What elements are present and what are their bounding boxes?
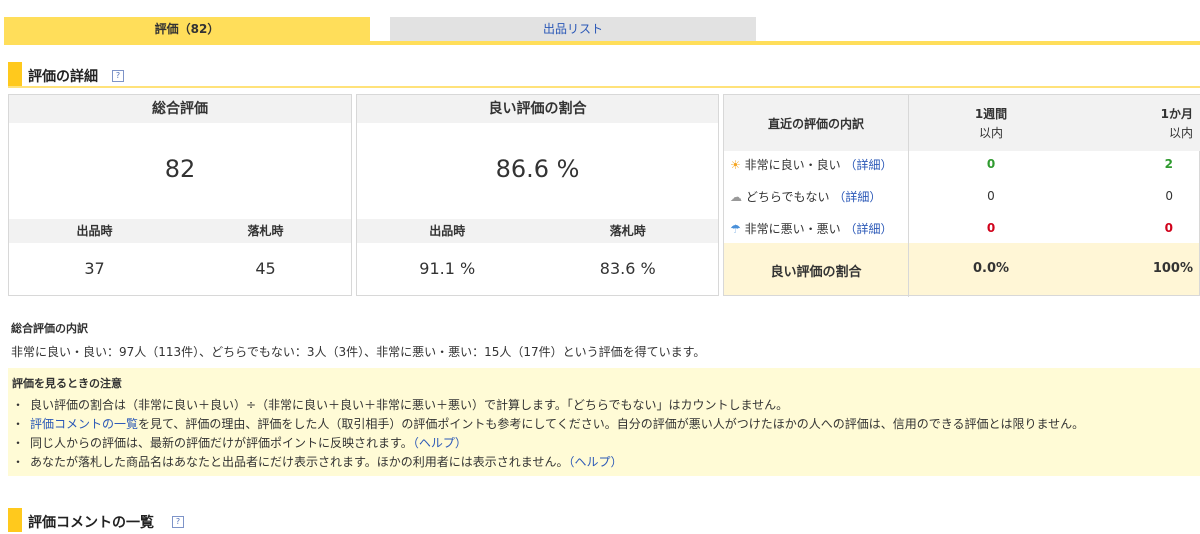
notes-list: ・良い評価の割合は（非常に良い＋良い）÷（非常に良い＋良い＋非常に悪い＋悪い）で… <box>12 396 1084 472</box>
value-buyer: 45 <box>255 259 276 278</box>
tab-underline <box>4 41 1200 45</box>
row-label: 非常に良い・良い <box>744 158 841 172</box>
sub-label-seller: 出品時 <box>429 224 466 238</box>
row-neutral: ☁ どちらでもない （詳細） <box>730 188 881 205</box>
help-link[interactable]: （ヘルプ） <box>413 436 467 450</box>
notes-box: 評価を見るときの注意 ・良い評価の割合は（非常に良い＋良い）÷（非常に良い＋良い… <box>8 368 1200 476</box>
note-item: ・良い評価の割合は（非常に良い＋良い）÷（非常に良い＋良い＋非常に悪い＋悪い）で… <box>12 398 789 412</box>
header-label: 直近の評価の内訳 <box>767 117 864 131</box>
header-label-cell: 直近の評価の内訳 <box>724 95 908 151</box>
summary-text: 非常に良い・良い：97人（113件）、どちらでもない：3人（3件）、非常に悪い・… <box>11 345 706 359</box>
sub-label-buyer: 落札時 <box>609 224 646 238</box>
help-icon[interactable]: ? <box>172 516 184 528</box>
help-icon[interactable]: ? <box>112 70 124 82</box>
tab-listings[interactable]: 出品リスト <box>390 17 756 41</box>
month-bad: 0 <box>1164 221 1173 235</box>
comment-list-link[interactable]: 評価コメントの一覧 <box>30 417 138 431</box>
section-header-detail: 評価の詳細 ? <box>8 62 1200 88</box>
week-good: 0 <box>986 157 996 171</box>
recent-breakdown-table: 直近の評価の内訳 1週間 以内 1か月 以内 ☀ 非常に良い・良い （詳細） 0… <box>723 94 1200 297</box>
good-ratio-value: 86.6 % <box>495 155 580 183</box>
sub-label-buyer: 落札時 <box>247 224 284 238</box>
panel-subheader: 出品時 落札時 <box>9 219 351 243</box>
detail-link-good[interactable]: （詳細） <box>844 158 892 172</box>
section-title: 評価コメントの一覧 <box>28 515 154 531</box>
value-buyer: 83.6 % <box>599 259 656 278</box>
footer-label: 良い評価の割合 <box>770 265 862 280</box>
header-month-line2: 以内 <box>1168 126 1193 140</box>
row-label: 非常に悪い・悪い <box>744 222 841 236</box>
week-neutral: 0 <box>987 189 995 203</box>
footer-month: 100% <box>1152 261 1193 276</box>
detail-link-bad[interactable]: （詳細） <box>844 222 892 236</box>
footer-week: 0.0% <box>972 261 1010 276</box>
section-header-comments: 評価コメントの一覧 ? <box>8 508 1200 534</box>
value-seller: 91.1 % <box>419 259 476 278</box>
header-month-cell: 1か月 以内 <box>1074 95 1200 151</box>
section-title: 評価の詳細 <box>28 69 98 85</box>
help-link[interactable]: （ヘルプ） <box>568 455 622 469</box>
tab-ratings[interactable]: 評価（82） <box>4 17 370 41</box>
month-good: 2 <box>1164 157 1173 171</box>
notes-title: 評価を見るときの注意 <box>12 377 122 390</box>
sub-label-seller: 出品時 <box>76 224 113 238</box>
month-neutral: 0 <box>1165 189 1173 203</box>
sun-icon: ☀ <box>730 158 741 172</box>
panel-subheader: 出品時 落札時 <box>357 219 718 243</box>
row-good: ☀ 非常に良い・良い （詳細） <box>730 156 892 173</box>
good-ratio-footer: 良い評価の割合 0.0% 100% <box>724 243 1199 295</box>
cloud-icon: ☁ <box>730 190 742 204</box>
row-label: どちらでもない <box>745 190 830 204</box>
header-month-line1: 1か月 <box>1160 107 1193 121</box>
detail-link-neutral[interactable]: （詳細） <box>833 190 881 204</box>
note-item: ・評価コメントの一覧を見て、評価の理由、評価をした人（取引相手）の評価ポイントも… <box>12 417 1085 431</box>
umbrella-icon: ☂ <box>730 222 741 236</box>
value-seller: 37 <box>84 259 105 278</box>
overall-rating-panel: 総合評価 82 出品時 落札時 37 45 <box>8 94 352 296</box>
summary-title: 総合評価の内訳 <box>11 322 88 335</box>
note-item: ・同じ人からの評価は、最新の評価だけが評価ポイントに反映されます。（ヘルプ） <box>12 436 467 450</box>
week-bad: 0 <box>986 221 996 235</box>
panel-header: 良い評価の割合 <box>357 95 718 123</box>
note-item: ・あなたが落札した商品名はあなたと出品者にだけ表示されます。ほかの利用者には表示… <box>12 455 623 469</box>
header-week-line2: 以内 <box>978 126 1003 140</box>
panel-header: 総合評価 <box>9 95 351 123</box>
row-bad: ☂ 非常に悪い・悪い （詳細） <box>730 220 892 237</box>
header-week-line1: 1週間 <box>974 107 1008 121</box>
overall-value: 82 <box>164 155 196 183</box>
section-divider <box>8 86 1200 88</box>
header-week-cell: 1週間 以内 <box>908 95 1074 151</box>
section-marker <box>8 62 22 86</box>
column-divider <box>908 95 909 297</box>
section-marker <box>8 508 22 532</box>
good-ratio-panel: 良い評価の割合 86.6 % 出品時 落札時 91.1 % 83.6 % <box>356 94 719 296</box>
